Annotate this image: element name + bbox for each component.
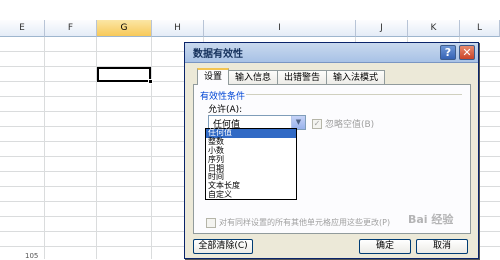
column-header-f[interactable]: F <box>45 20 97 37</box>
option-custom[interactable]: 自定义 <box>206 190 296 200</box>
cancel-button[interactable]: 取消 <box>416 239 468 254</box>
column-header-j[interactable]: J <box>356 20 408 37</box>
watermark: Bai 经验 <box>408 213 454 226</box>
active-cell-g[interactable] <box>97 67 151 82</box>
validation-criteria-title: 有效性条件 <box>200 92 246 102</box>
close-icon[interactable]: ✕ <box>459 45 475 60</box>
grid-line <box>151 37 152 259</box>
clear-all-button[interactable]: 全部清除(C) <box>193 239 253 254</box>
tab-strip: 设置 输入信息 出错警告 输入法模式 <box>197 68 386 85</box>
column-header-k[interactable]: K <box>408 20 460 37</box>
tab-input-message[interactable]: 输入信息 <box>228 70 279 85</box>
ignore-blank-label: 忽略空值(B) <box>325 120 375 130</box>
checkbox-box[interactable]: ✓ <box>312 118 322 129</box>
column-header-i[interactable]: I <box>204 20 356 37</box>
tab-ime-mode[interactable]: 输入法模式 <box>326 70 386 85</box>
apply-all-label: 对有同样设置的所有其他单元格应用这些更改(P) <box>219 218 391 227</box>
tab-error-alert[interactable]: 出错警告 <box>277 70 328 85</box>
allow-label: 允许(A): <box>208 105 243 115</box>
column-header-h[interactable]: H <box>152 20 204 37</box>
column-header-e[interactable]: E <box>0 20 45 37</box>
grid-line <box>44 37 45 259</box>
column-header-g[interactable]: G <box>97 20 152 37</box>
tab-settings[interactable]: 设置 <box>197 68 230 85</box>
column-header-l[interactable]: L <box>460 20 500 37</box>
column-header-row: E F G H I J K L <box>0 20 500 37</box>
allow-dropdown-list: 任何值 整数 小数 序列 日期 时间 文本长度 自定义 <box>205 128 297 200</box>
dialog-titlebar[interactable]: 数据有效性 ? ✕ <box>185 43 478 63</box>
dialog-title: 数据有效性 <box>193 49 243 60</box>
fill-handle[interactable] <box>148 79 153 84</box>
help-icon[interactable]: ? <box>440 45 456 60</box>
ignore-blank-checkbox[interactable]: ✓ 忽略空值(B) <box>312 117 374 130</box>
apply-all-checkbox[interactable]: 对有同样设置的所有其他单元格应用这些更改(P) <box>206 217 390 228</box>
ok-button[interactable]: 确定 <box>359 239 411 254</box>
group-divider <box>246 94 462 95</box>
checkbox-box[interactable] <box>206 217 216 228</box>
